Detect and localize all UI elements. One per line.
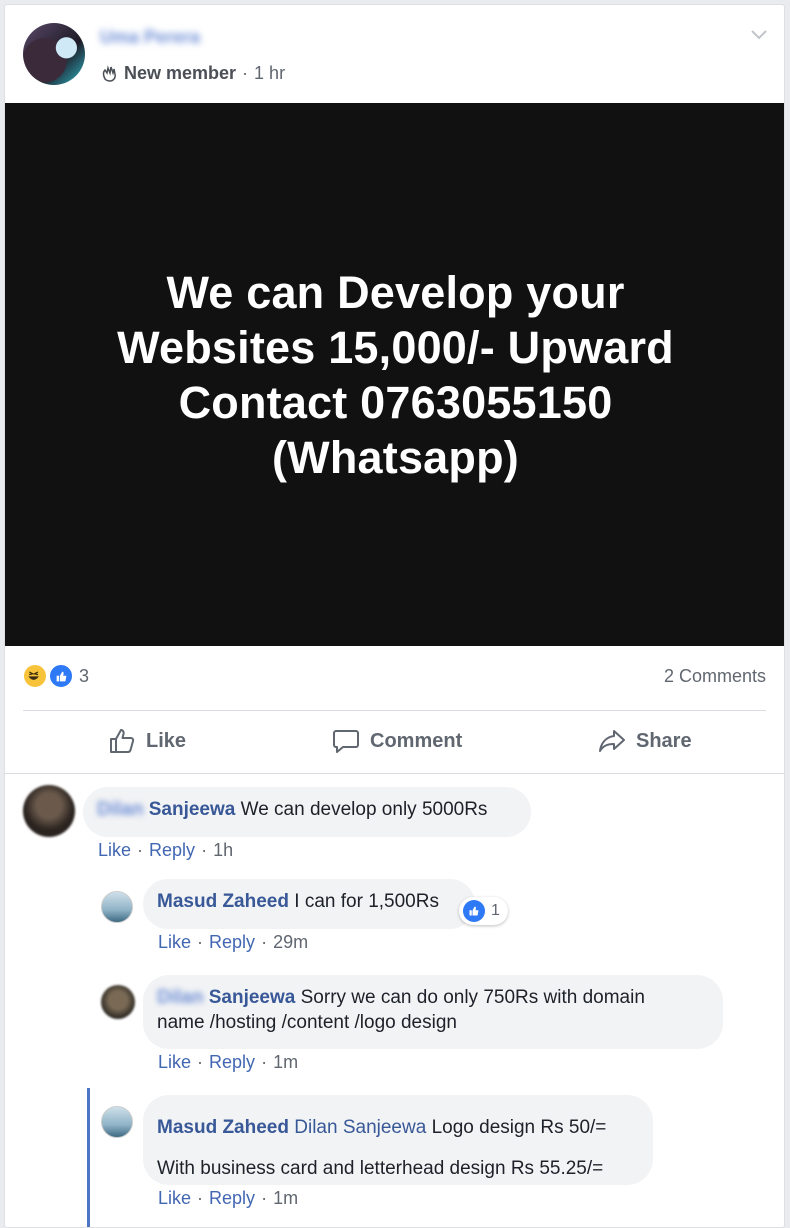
- wave-icon: [102, 64, 116, 82]
- comment-icon: [333, 730, 359, 753]
- post-header: Uma Perera New member · 1 hr: [5, 5, 784, 103]
- comment-text-line1: Sorry we can do only 750Rs with domain: [300, 987, 645, 1008]
- comment-time[interactable]: 1m: [273, 1188, 298, 1208]
- comment-text: I can for 1,500Rs: [294, 891, 439, 912]
- comment-reaction-count: 1: [491, 902, 500, 919]
- commenter-name[interactable]: Masud Zaheed: [157, 891, 289, 912]
- comment-text-line2: With business card and letterhead design…: [157, 1158, 604, 1179]
- comment-actions: Like · Reply · 1m: [158, 1052, 299, 1072]
- comment-reply-link[interactable]: Reply: [149, 840, 195, 860]
- share-icon: [599, 730, 625, 752]
- mention-link[interactable]: Dilan Sanjeewa: [294, 1117, 426, 1138]
- post-actions: Like Comment Share: [5, 715, 784, 775]
- author-avatar[interactable]: [23, 23, 85, 85]
- thumbs-up-icon: [110, 729, 135, 753]
- comment-bubble: Dilan Sanjeewa Sorry we can do only 750R…: [143, 975, 723, 1049]
- comment-like-link[interactable]: Like: [158, 932, 191, 952]
- post-meta: New member · 1 hr: [100, 63, 285, 84]
- comment-label: Comment: [370, 729, 463, 752]
- comment-reply-link[interactable]: Reply: [209, 932, 255, 952]
- thread-highlight-line: [87, 1088, 90, 1227]
- commenter-name[interactable]: Sanjeewa: [209, 987, 296, 1008]
- commenter-avatar[interactable]: [101, 1106, 133, 1138]
- divider: [5, 773, 784, 774]
- commenter-avatar[interactable]: [23, 785, 75, 837]
- meta-separator: ·: [242, 63, 249, 83]
- divider: [23, 710, 766, 711]
- like-reaction-icon[interactable]: [49, 664, 73, 688]
- reactions-bar: 3 2 Comments: [23, 664, 766, 690]
- author-name[interactable]: Uma Perera: [100, 27, 200, 48]
- comment-reply-link[interactable]: Reply: [209, 1052, 255, 1072]
- comment-bubble: Masud Zaheed Dilan Sanjeewa Logo design …: [143, 1095, 653, 1185]
- commenter-name[interactable]: Sanjeewa: [149, 799, 236, 820]
- comment-bubble: Dilan Sanjeewa We can develop only 5000R…: [83, 787, 531, 837]
- commenter-avatar[interactable]: [101, 985, 135, 1019]
- comment-like-link[interactable]: Like: [158, 1188, 191, 1208]
- post-time[interactable]: 1 hr: [254, 63, 285, 84]
- comment-like-link[interactable]: Like: [158, 1052, 191, 1072]
- comment-like-link[interactable]: Like: [98, 840, 131, 860]
- comment-text-line1: Logo design Rs 50/=: [431, 1117, 607, 1138]
- comment-actions: Like · Reply · 1m: [158, 1188, 299, 1208]
- share-label: Share: [636, 729, 692, 752]
- like-reaction-icon: [463, 900, 485, 922]
- post-card: Uma Perera New member · 1 hr We can Deve…: [4, 4, 785, 1228]
- comment-bubble: Masud Zaheed I can for 1,500Rs: [143, 879, 475, 929]
- comment-text-line2: name /hosting /content /logo design: [157, 1012, 457, 1033]
- like-label: Like: [146, 729, 187, 752]
- comment-button[interactable]: Comment: [332, 727, 462, 755]
- comment-text: We can develop only 5000Rs: [240, 799, 488, 820]
- member-badge: New member: [124, 63, 237, 83]
- comment-reply-link[interactable]: Reply: [209, 1188, 255, 1208]
- comments-count-link[interactable]: 2 Comments: [664, 666, 766, 687]
- like-button[interactable]: Like: [108, 727, 186, 755]
- comment-time[interactable]: 1h: [213, 840, 233, 860]
- commenter-name[interactable]: Masud Zaheed: [157, 1117, 289, 1138]
- commenter-first-name[interactable]: Dilan: [97, 799, 143, 820]
- share-button[interactable]: Share: [598, 727, 692, 755]
- post-image-text: We can Develop your Websites 15,000/- Up…: [117, 266, 674, 483]
- comment-time[interactable]: 29m: [273, 932, 308, 952]
- commenter-first-name[interactable]: Dilan: [157, 987, 203, 1008]
- chevron-down-icon[interactable]: [750, 27, 768, 41]
- haha-reaction-icon[interactable]: [23, 664, 47, 688]
- comment-actions: Like · Reply · 29m: [158, 932, 309, 952]
- comment-reaction-pill[interactable]: 1: [459, 897, 508, 925]
- comment-actions: Like · Reply · 1h: [98, 840, 234, 860]
- reaction-count[interactable]: 3: [79, 666, 89, 687]
- commenter-avatar[interactable]: [101, 891, 133, 923]
- comment-time[interactable]: 1m: [273, 1052, 298, 1072]
- post-image[interactable]: We can Develop your Websites 15,000/- Up…: [5, 103, 784, 646]
